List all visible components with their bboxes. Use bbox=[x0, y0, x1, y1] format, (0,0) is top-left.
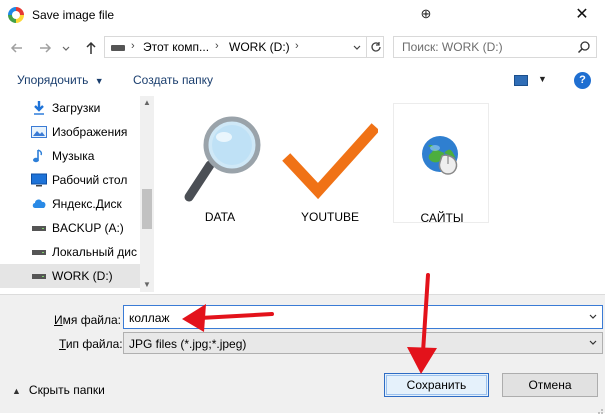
navigation-pane: Загрузки Изображения Музыка Рабочий стол… bbox=[0, 96, 154, 292]
sidebar-item-label: Рабочий стол bbox=[52, 173, 128, 187]
scroll-down-arrow-icon[interactable]: ▼ bbox=[140, 278, 154, 292]
chevron-down-icon[interactable] bbox=[588, 311, 598, 325]
change-view-button[interactable]: ▼ bbox=[514, 73, 547, 89]
view-icon bbox=[514, 75, 528, 86]
command-toolbar: Упорядочить ▼ Создать папку ▼ bbox=[0, 66, 605, 96]
arrow-up-icon bbox=[86, 41, 96, 54]
sidebar-item-music[interactable]: Музыка bbox=[0, 144, 140, 168]
sidebar-scrollbar[interactable]: ▲ ▼ bbox=[140, 96, 154, 292]
music-icon bbox=[31, 149, 47, 163]
help-button[interactable]: ? bbox=[574, 72, 591, 89]
sidebar-item-label: Загрузки bbox=[52, 101, 101, 115]
search-placeholder: Поиск: WORK (D:) bbox=[402, 40, 503, 54]
globe-mouse-icon bbox=[394, 112, 490, 208]
context-help-button[interactable]: ⊕ bbox=[418, 6, 434, 22]
hide-folders-button[interactable]: ▲ Скрыть папки bbox=[12, 383, 105, 397]
chevron-down-icon bbox=[353, 45, 361, 50]
sidebar-item-work-drive[interactable]: WORK (D:) bbox=[0, 264, 140, 288]
sidebar-item-backup-drive[interactable]: BACKUP (A:) bbox=[0, 216, 140, 240]
scrollbar-thumb[interactable] bbox=[142, 189, 152, 229]
sidebar-item-label: Яндекс.Диск bbox=[52, 197, 122, 211]
pictures-icon bbox=[31, 125, 47, 139]
save-button-label: Сохранить bbox=[406, 378, 467, 392]
close-button[interactable]: ✕ bbox=[567, 3, 597, 27]
sidebar-item-local-disk[interactable]: Локальный дис bbox=[0, 240, 140, 264]
search-input[interactable]: Поиск: WORK (D:) bbox=[393, 36, 597, 58]
filename-value: коллаж bbox=[129, 311, 170, 325]
filetype-label-text: ип файла: bbox=[65, 337, 123, 351]
folder-item-youtube[interactable]: YOUTUBE bbox=[282, 103, 380, 224]
cloud-icon bbox=[31, 197, 47, 211]
desktop-icon bbox=[31, 173, 47, 187]
filetype-label: Тип файла: bbox=[59, 337, 123, 351]
chevron-down-icon: ▼ bbox=[538, 74, 547, 84]
drive-icon bbox=[31, 245, 47, 259]
organize-menu-button[interactable]: Упорядочить ▼ bbox=[17, 73, 104, 87]
chevron-right-icon[interactable]: › bbox=[295, 40, 299, 52]
filename-label-text: мя файла: bbox=[62, 313, 121, 327]
back-button[interactable] bbox=[8, 39, 26, 57]
address-dropdown-button[interactable] bbox=[349, 37, 365, 57]
refresh-icon bbox=[371, 42, 381, 52]
chevron-right-icon[interactable]: › bbox=[215, 40, 219, 52]
recent-locations-button[interactable] bbox=[60, 39, 72, 57]
magnifier-icon bbox=[172, 111, 268, 207]
drive-icon bbox=[31, 221, 47, 235]
sidebar-item-yandex-disk[interactable]: Яндекс.Диск bbox=[0, 192, 140, 216]
folder-label: YOUTUBE bbox=[300, 210, 359, 224]
chevron-right-icon[interactable]: › bbox=[131, 40, 135, 52]
download-icon bbox=[31, 101, 47, 115]
folder-item-sites[interactable]: САЙТЫ bbox=[393, 103, 490, 225]
title-bar: Save image file ⊕ ✕ bbox=[0, 0, 605, 30]
app-icon bbox=[8, 7, 24, 23]
filetype-label-accesskey: Т bbox=[59, 337, 66, 351]
sidebar-item-label: Музыка bbox=[52, 149, 95, 163]
sidebar-item-downloads[interactable]: Загрузки bbox=[0, 96, 140, 120]
sidebar-item-label: BACKUP (A:) bbox=[52, 221, 124, 235]
sidebar-item-label: WORK (D:) bbox=[52, 269, 113, 283]
file-list-pane: DATA YOUTUBE САЙТЫ bbox=[160, 96, 605, 292]
breadcrumb-this-pc[interactable]: Этот комп... bbox=[143, 40, 209, 54]
sidebar-item-pictures[interactable]: Изображения bbox=[0, 120, 140, 144]
filename-label-accesskey: И bbox=[54, 313, 63, 327]
forward-button[interactable] bbox=[36, 39, 54, 57]
chevron-down-icon[interactable] bbox=[588, 337, 598, 351]
hide-folders-label: Скрыть папки bbox=[28, 383, 105, 397]
filetype-value: JPG files (*.jpg;*.jpeg) bbox=[129, 337, 247, 351]
sidebar-item-label: Локальный дис bbox=[52, 245, 137, 259]
sidebar-item-label: Изображения bbox=[52, 125, 128, 139]
filename-label: Имя файла: bbox=[54, 313, 121, 327]
sidebar-item-desktop[interactable]: Рабочий стол bbox=[0, 168, 140, 192]
folder-label: САЙТЫ bbox=[420, 211, 464, 225]
folder-item-data[interactable]: DATA bbox=[172, 103, 268, 224]
drive-icon bbox=[31, 269, 47, 283]
refresh-button[interactable] bbox=[366, 37, 385, 57]
arrow-right-icon bbox=[40, 43, 52, 53]
chevron-up-icon: ▲ bbox=[12, 386, 21, 396]
organize-label: Упорядочить bbox=[17, 73, 89, 87]
chevron-down-icon: ▼ bbox=[94, 76, 104, 86]
window-title: Save image file bbox=[32, 8, 115, 22]
checkmark-icon bbox=[282, 111, 380, 207]
filetype-select[interactable]: JPG files (*.jpg;*.jpeg) bbox=[123, 332, 603, 354]
breadcrumb-work-drive[interactable]: WORK (D:) bbox=[229, 40, 290, 54]
scroll-up-arrow-icon[interactable]: ▲ bbox=[140, 96, 154, 110]
address-bar[interactable]: › Этот комп... › WORK (D:) › bbox=[104, 36, 384, 58]
new-folder-button[interactable]: Создать папку bbox=[133, 73, 213, 87]
cancel-button[interactable]: Отмена bbox=[502, 373, 598, 397]
arrow-left-icon bbox=[10, 43, 22, 53]
save-button[interactable]: Сохранить bbox=[384, 373, 489, 397]
folder-label: DATA bbox=[204, 210, 236, 224]
chevron-down-icon bbox=[62, 46, 70, 51]
resize-grip[interactable] bbox=[596, 404, 604, 414]
search-icon[interactable] bbox=[576, 39, 592, 55]
up-button[interactable] bbox=[82, 39, 100, 57]
drive-icon bbox=[111, 45, 125, 51]
filename-input[interactable]: коллаж bbox=[123, 305, 603, 329]
